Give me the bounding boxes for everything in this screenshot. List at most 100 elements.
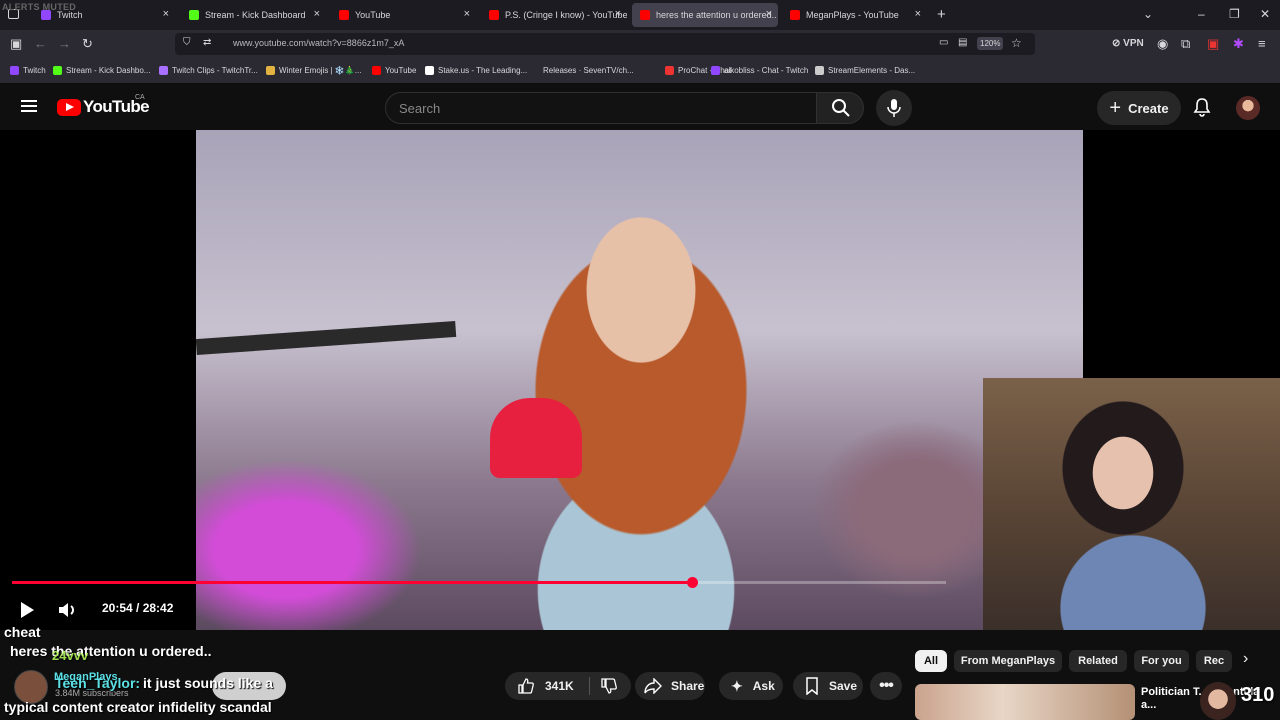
new-tab-icon[interactable]: + <box>937 6 946 23</box>
play-icon[interactable] <box>16 599 38 621</box>
ask-button[interactable]: ✦ Ask <box>719 672 783 700</box>
save-bookmark-icon <box>806 677 818 695</box>
url-text[interactable]: www.youtube.com/watch?v=8866z1m7_xA <box>233 38 404 48</box>
bookmark-star-icon[interactable]: ☆ <box>1011 36 1022 50</box>
bookmark-item[interactable]: Winter Emojis | ❄️🎄... <box>266 66 361 75</box>
extension-red-icon[interactable]: ▣ <box>1207 36 1219 52</box>
youtube-icon <box>489 10 499 20</box>
extension-purple-icon[interactable]: ✱ <box>1233 36 1244 52</box>
streamer-webcam-overlay <box>983 378 1280 630</box>
alerts-muted-overlay: ALERTS MUTED <box>2 2 77 12</box>
hamburger-menu-icon[interactable] <box>21 100 37 112</box>
close-tab-icon[interactable]: × <box>464 8 470 20</box>
recommended-video-thumbnail[interactable] <box>915 684 1135 720</box>
chip-for-you[interactable]: For you <box>1134 650 1189 672</box>
search-input[interactable]: Search <box>385 92 817 124</box>
bookmark-item[interactable]: Twitch <box>10 66 46 75</box>
more-actions-button[interactable]: ••• <box>870 672 902 700</box>
chip-recent[interactable]: Rec <box>1196 650 1232 672</box>
browser-tab[interactable]: MeganPlays - YouTube × <box>782 3 927 27</box>
menu-icon[interactable]: ≡ <box>1258 36 1266 51</box>
restore-icon[interactable]: ❐ <box>1229 7 1240 21</box>
close-tab-icon[interactable]: × <box>915 8 921 20</box>
browser-tab-active[interactable]: heres the attention u ordered.. × <box>632 3 778 27</box>
progress-bar[interactable] <box>12 577 946 588</box>
like-dislike-group: 341K <box>505 672 631 700</box>
chip-from-channel[interactable]: From MeganPlays <box>954 650 1062 672</box>
user-avatar[interactable] <box>1236 96 1260 120</box>
close-tab-icon[interactable]: × <box>615 8 621 20</box>
sidebar-toggle-icon[interactable]: ▣ <box>10 36 22 52</box>
progress-scrubber[interactable] <box>686 577 698 588</box>
more-horizontal-icon: ••• <box>879 677 894 694</box>
notifications-bell-icon[interactable] <box>1193 97 1211 117</box>
like-divider <box>589 677 590 695</box>
twitchtracker-icon <box>159 66 168 75</box>
bookmark-item[interactable]: Stream - Kick Dashbo... <box>53 66 150 75</box>
bookmark-item[interactable]: StreamElements - Das... <box>815 66 915 75</box>
time-display: 20:54 / 28:42 <box>102 601 174 615</box>
bookmark-item[interactable]: Releases · SevenTV/ch... <box>530 66 634 75</box>
streamer-face-overlay <box>1200 682 1236 720</box>
thumbs-down-icon[interactable] <box>600 677 618 695</box>
close-tab-icon[interactable]: × <box>163 8 169 20</box>
back-icon[interactable]: ← <box>34 36 47 51</box>
close-tab-icon[interactable]: × <box>314 8 320 20</box>
chat-username: 24vvv <box>52 648 89 663</box>
thumbs-up-icon[interactable] <box>517 677 535 695</box>
browser-tab[interactable]: Stream - Kick Dashboard × <box>181 3 326 27</box>
reload-icon[interactable]: ↻ <box>82 36 93 52</box>
chat-message: typical content creator infidelity scand… <box>4 699 272 715</box>
chips-next-chevron-icon[interactable]: › <box>1243 650 1248 668</box>
kick-icon <box>53 66 62 75</box>
chat-message: it just sounds like a <box>143 675 273 691</box>
twitch-icon <box>711 66 720 75</box>
video-player[interactable]: 20:54 / 28:42 <box>0 130 1280 630</box>
zoom-level-badge[interactable]: 120% <box>977 37 1004 50</box>
reader-view-icon[interactable]: ▤ <box>958 37 967 48</box>
create-button[interactable]: + Create <box>1097 91 1181 125</box>
close-tab-icon[interactable]: × <box>766 8 772 20</box>
search-button[interactable] <box>816 92 864 124</box>
permissions-icon[interactable]: ⇄ <box>203 37 211 48</box>
share-button[interactable]: Share <box>635 672 705 700</box>
chat-message: cheat <box>4 624 41 640</box>
browser-tab[interactable]: YouTube × <box>331 3 476 27</box>
bookmark-item[interactable]: Twitch Clips - TwitchTr... <box>159 66 258 75</box>
address-bar[interactable]: ⛉ ⇄ www.youtube.com/watch?v=8866z1m7_xA … <box>175 33 1035 55</box>
youtube-icon <box>372 66 381 75</box>
prochat-icon <box>665 66 674 75</box>
country-code: CA <box>135 94 145 101</box>
vpn-button[interactable]: ⊘ VPN <box>1112 38 1144 49</box>
account-icon[interactable]: ◉ <box>1157 36 1168 52</box>
twitch-icon <box>10 66 19 75</box>
tab-list-chevron-icon[interactable]: ⌄ <box>1143 7 1153 21</box>
bookmark-item[interactable]: Stake.us - The Leading... <box>425 66 527 75</box>
extensions-icon[interactable]: ⧉ <box>1181 36 1190 52</box>
like-count[interactable]: 341K <box>545 679 574 693</box>
folder-icon <box>266 66 275 75</box>
minimize-icon[interactable]: – <box>1198 7 1205 21</box>
volume-icon[interactable] <box>56 599 78 621</box>
browser-tab[interactable]: P.S. (Cringe I know) - YouTube × <box>481 3 627 27</box>
chat-username: Teeh_Taylor: <box>55 675 141 691</box>
chip-related[interactable]: Related <box>1069 650 1127 672</box>
chip-all[interactable]: All <box>915 650 947 672</box>
overlay-counter: 310 <box>1241 684 1275 706</box>
save-button[interactable]: Save <box>793 672 863 700</box>
search-icon <box>832 99 850 117</box>
stake-icon <box>425 66 434 75</box>
picture-in-picture-icon[interactable]: ▭ <box>939 37 948 48</box>
browser-tab-bar: Twitch × Stream - Kick Dashboard × YouTu… <box>0 0 1280 30</box>
below-video-area: cheat heres the attention u ordered.. 24… <box>0 624 1280 720</box>
shield-icon[interactable]: ⛉ <box>183 37 191 48</box>
bookmark-item[interactable]: YouTube <box>372 66 416 75</box>
voice-search-button[interactable] <box>876 90 912 126</box>
browser-nav-bar: ▣ ← → ↻ ⛉ ⇄ www.youtube.com/watch?v=8866… <box>0 30 1280 58</box>
bookmark-item[interactable]: aikobliss - Chat - Twitch <box>711 66 808 75</box>
youtube-icon <box>339 10 349 20</box>
close-window-icon[interactable]: ✕ <box>1260 7 1270 21</box>
forward-icon[interactable]: → <box>58 36 71 51</box>
chat-message: heres the attention u ordered.. <box>10 643 212 659</box>
video-frame[interactable] <box>196 130 1083 630</box>
